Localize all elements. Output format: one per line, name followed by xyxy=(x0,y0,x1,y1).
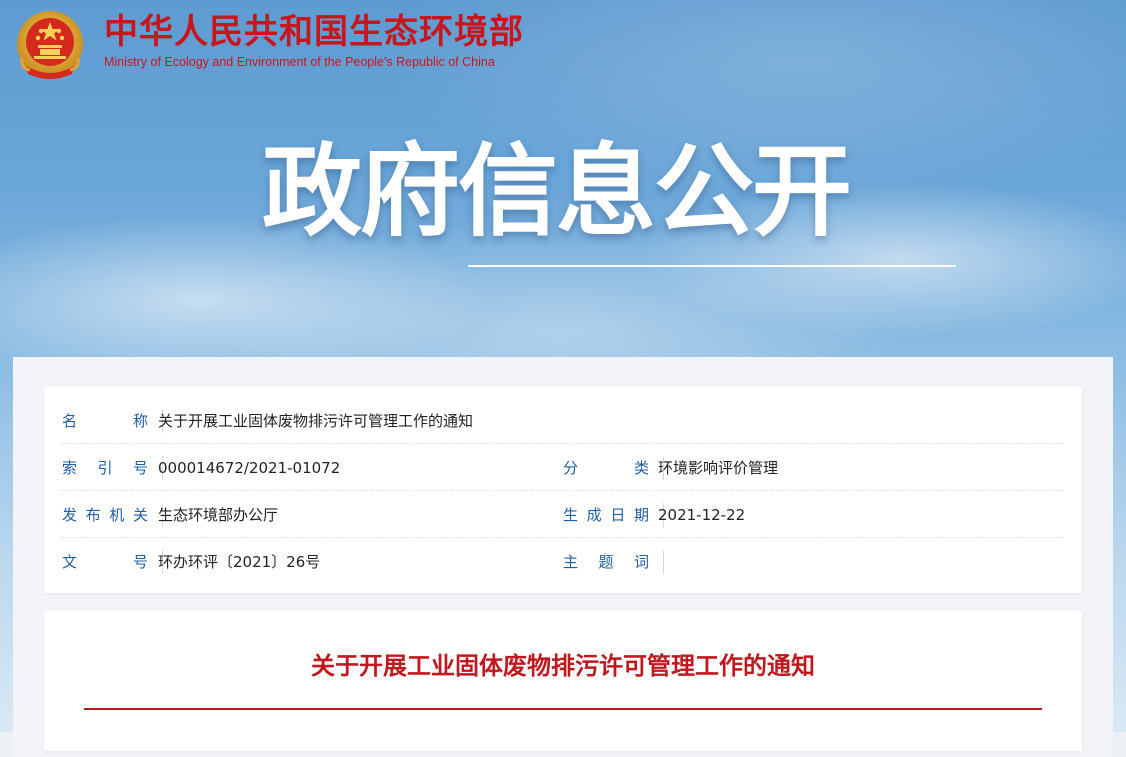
meta-value: 2021-12-22 xyxy=(658,506,746,524)
meta-value: 环境影响评价管理 xyxy=(658,459,779,477)
meta-value: 000014672/2021-01072 xyxy=(158,459,341,477)
meta-label: 索 引 号 xyxy=(62,456,163,480)
meta-label: 发布机关 xyxy=(62,503,163,527)
banner-underline xyxy=(468,265,956,267)
document-title-rule xyxy=(84,708,1042,710)
banner-title: 政府信息公开 xyxy=(262,133,852,250)
meta-label: 名 称 xyxy=(62,409,163,433)
national-emblem-icon[interactable] xyxy=(12,8,88,84)
meta-label: 生成日期 xyxy=(563,503,664,527)
meta-value: 生态环境部办公厅 xyxy=(158,506,279,524)
document-body: 关于开展工业固体废物排污许可管理工作的通知 xyxy=(44,611,1082,751)
meta-value: 环办环评〔2021〕26号 xyxy=(158,553,321,571)
meta-row-name: 名 称 关于开展工业固体废物排污许可管理工作的通知 xyxy=(60,397,1064,444)
metadata-table: 名 称 关于开展工业固体废物排污许可管理工作的通知 索 引 号 00001467… xyxy=(44,387,1082,593)
meta-row-index: 索 引 号 000014672/2021-01072 分 类 环境影响评价管理 xyxy=(60,444,1064,491)
meta-label: 分 类 xyxy=(563,456,664,480)
document-title: 关于开展工业固体废物排污许可管理工作的通知 xyxy=(311,652,815,680)
site-name-en[interactable]: Ministry of Ecology and Environment of t… xyxy=(104,55,495,69)
site-name-cn[interactable]: 中华人民共和国生态环境部 xyxy=(104,10,524,54)
meta-label: 主 题 词 xyxy=(563,550,664,574)
meta-row-docnumber: 文 号 环办环评〔2021〕26号 主 题 词 xyxy=(60,538,1064,584)
meta-value: 关于开展工业固体废物排污许可管理工作的通知 xyxy=(158,412,474,430)
meta-label: 文 号 xyxy=(62,550,163,574)
meta-row-publisher: 发布机关 生态环境部办公厅 生成日期 2021-12-22 xyxy=(60,491,1064,538)
